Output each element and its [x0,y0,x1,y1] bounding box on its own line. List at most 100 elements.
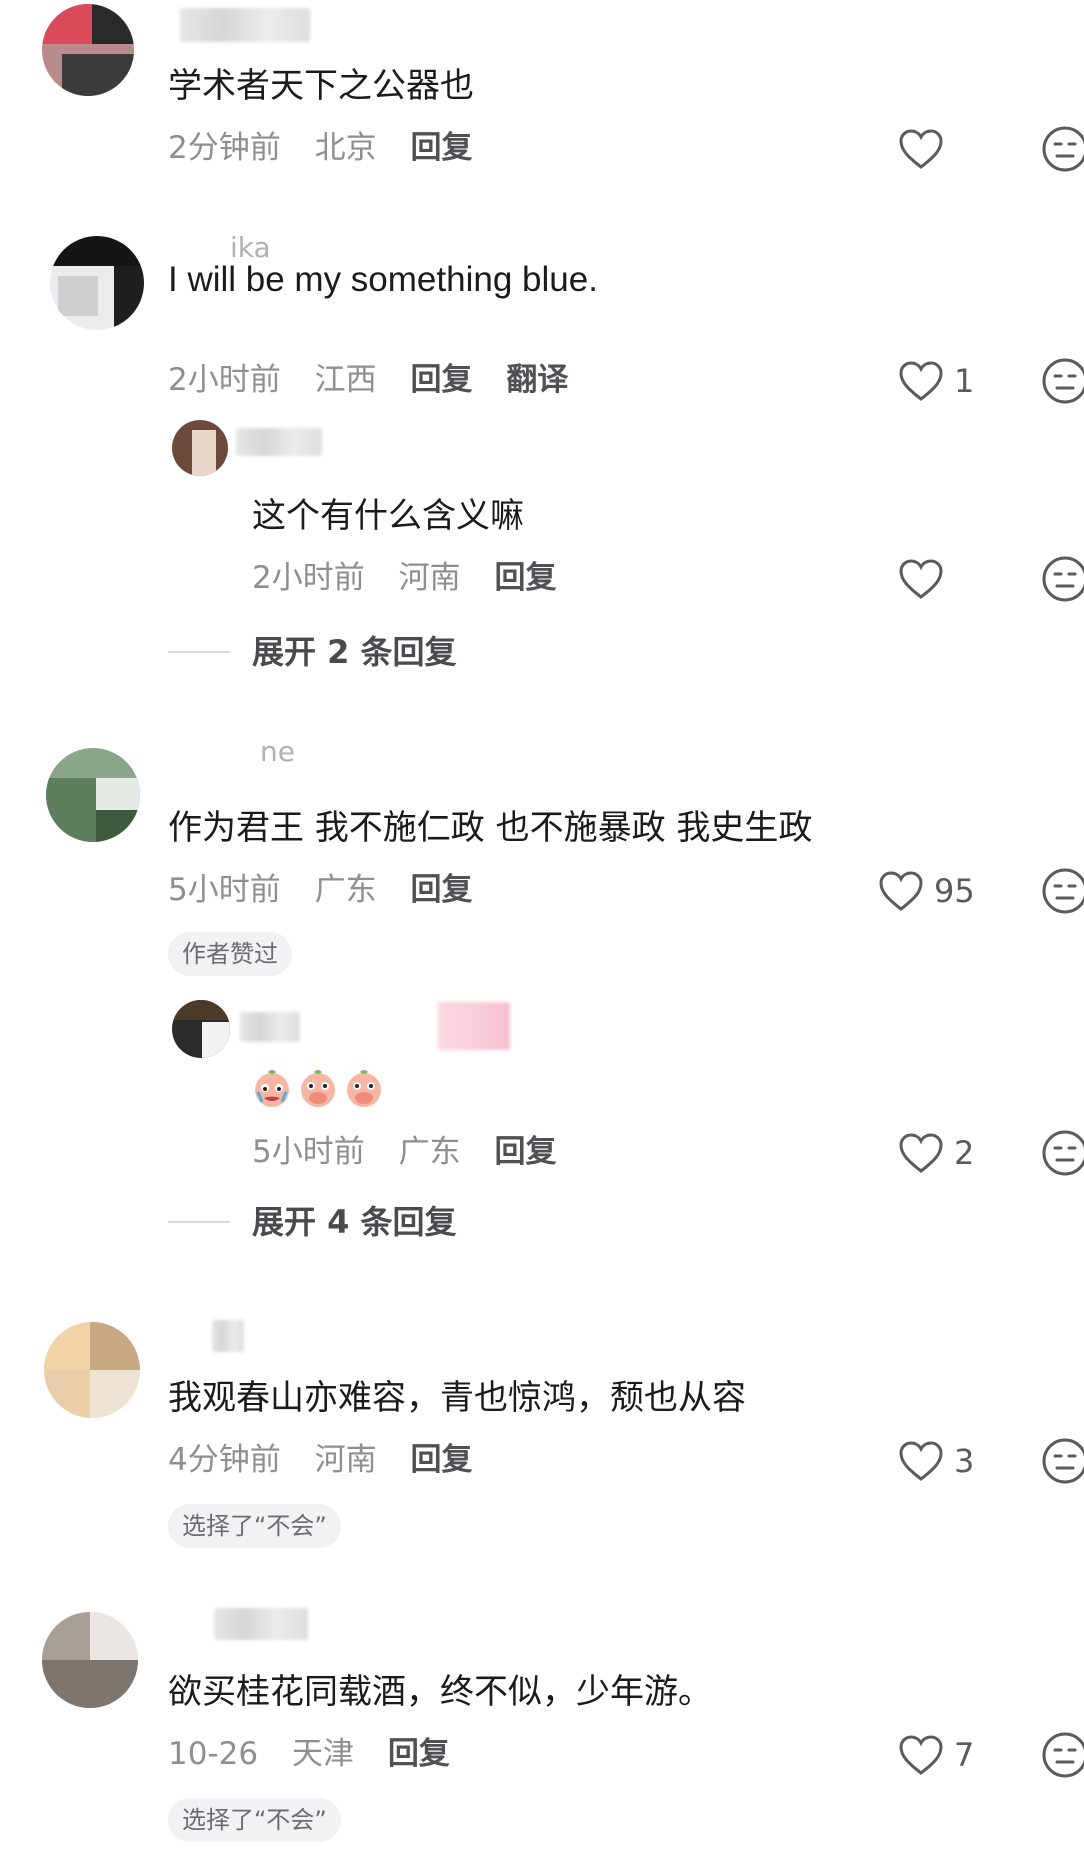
reply-button[interactable]: 回复 [494,560,556,596]
comment-location: 江西 [314,362,377,398]
dislike-button[interactable] [1040,124,1084,174]
expand-divider [168,1221,230,1223]
comment-item: ika I will be my something blue. 2小时前 江西… [0,230,1084,680]
dislike-button[interactable] [1040,866,1084,916]
comment-text: 学术者天下之公器也 [168,66,474,106]
like-button[interactable]: 3 [898,1436,974,1486]
like-button[interactable] [898,124,944,174]
heart-icon [878,870,924,912]
meh-face-icon [1040,126,1084,178]
comment-item: ne 作为君王 我不施仁政 也不施暴政 我史生政 5小时前 广东 回复 95 作… [0,735,1084,1260]
comment-meta: 10-26 天津 回复 [168,1734,474,1774]
choice-badge: 选择了“不会” [168,1798,341,1842]
comment-time: 5小时前 [168,872,281,908]
avatar[interactable] [44,1322,140,1418]
like-button[interactable]: 95 [878,866,975,916]
meh-face-icon [1040,556,1084,608]
reply-item: 这个有什么含义嘛 2小时前 河南 回复 [0,420,1084,602]
heart-icon [898,1734,944,1776]
dislike-button[interactable] [1040,356,1084,406]
expand-replies-label[interactable]: 展开 2 条回复 [252,630,457,674]
comment-location: 北京 [314,130,377,166]
comment-meta: 2小时前 江西 回复 翻译 [168,360,592,400]
heart-icon [898,360,944,402]
comment-meta: 2分钟前 北京 回复 [168,128,496,168]
avatar[interactable] [42,4,134,96]
like-count: 2 [954,1134,975,1172]
username-blurred[interactable] [240,1012,300,1042]
reply-button[interactable]: 回复 [388,1736,450,1772]
like-count: 1 [954,362,975,400]
heart-icon [898,1132,944,1174]
translate-button[interactable]: 翻译 [506,362,568,398]
expand-replies[interactable]: 展开 2 条回复 [0,630,600,680]
dislike-button[interactable] [1040,1436,1084,1486]
comment-location: 广东 [314,872,377,908]
comment-location: 天津 [291,1736,354,1772]
meh-face-icon [1040,358,1084,410]
dislike-button[interactable] [1040,1128,1084,1178]
like-button[interactable]: 1 [898,356,974,406]
reply-location: 广东 [398,1134,461,1170]
meh-face-icon [1040,1130,1084,1182]
heart-icon [898,558,944,600]
avatar[interactable] [50,236,144,330]
comment-time: 10-26 [168,1736,259,1772]
comment-text: I will be my something blue. [168,260,598,299]
comment-item: 欲买桂花同载酒，终不似，少年游。 10-26 天津 回复 7 选择了“不会” [0,1608,1084,1848]
meh-face-icon [1040,1438,1084,1490]
comment-location: 河南 [314,1442,377,1478]
comment-time: 2分钟前 [168,130,281,166]
username-blurred[interactable] [236,428,322,456]
like-button[interactable] [898,554,944,604]
reply-time: 5小时前 [252,1134,365,1170]
heart-icon [898,1440,944,1482]
comment-meta: 4分钟前 河南 回复 [168,1440,496,1480]
expand-replies-label[interactable]: 展开 4 条回复 [252,1200,457,1244]
avatar[interactable] [172,420,228,476]
comment-item: 学术者天下之公器也 2分钟前 北京 回复 [0,0,1084,200]
dislike-button[interactable] [1040,554,1084,604]
crying-face-emoji [255,1070,289,1107]
username-blurred[interactable] [212,1320,244,1352]
reply-time: 2小时前 [252,560,365,596]
like-button[interactable]: 7 [898,1730,974,1780]
author-liked-badge: 作者赞过 [168,932,292,976]
username-blurred[interactable] [214,1608,308,1640]
reply-text: 这个有什么含义嘛 [252,496,524,536]
reply-button[interactable]: 回复 [410,362,472,398]
reply-button[interactable]: 回复 [410,872,472,908]
avatar[interactable] [42,1612,138,1708]
heart-icon [898,128,944,170]
meh-face-icon [1040,1732,1084,1784]
reply-meta: 2小时前 河南 回复 [252,558,580,598]
reply-button[interactable]: 回复 [410,130,472,166]
expand-divider [168,651,230,653]
comment-text: 作为君王 我不施仁政 也不施暴政 我史生政 [168,808,813,848]
emoji-row [252,1066,402,1112]
hand-over-mouth-emoji [347,1070,381,1107]
username-fragment[interactable]: ne [260,730,295,774]
username-blurred[interactable] [438,1002,510,1050]
reply-location: 河南 [398,560,461,596]
expand-replies[interactable]: 展开 4 条回复 [0,1200,600,1250]
hand-over-mouth-emoji [301,1070,335,1107]
comment-time: 4分钟前 [168,1442,281,1478]
like-count: 95 [934,872,975,910]
comment-meta: 5小时前 广东 回复 [168,870,496,910]
reply-button[interactable]: 回复 [410,1442,472,1478]
meh-face-icon [1040,868,1084,920]
choice-badge: 选择了“不会” [168,1504,341,1548]
comment-item: 我观春山亦难容，青也惊鸿，颓也从容 4分钟前 河南 回复 3 选择了“不会” [0,1318,1084,1558]
comment-time: 2小时前 [168,362,281,398]
comment-text: 欲买桂花同载酒，终不似，少年游。 [168,1672,712,1712]
username-blurred[interactable] [180,8,310,42]
reply-meta: 5小时前 广东 回复 [252,1132,580,1172]
dislike-button[interactable] [1040,1730,1084,1780]
reply-button[interactable]: 回复 [494,1134,556,1170]
avatar[interactable] [46,748,140,842]
like-count: 7 [954,1736,975,1774]
avatar[interactable] [172,1000,230,1058]
comment-text: 我观春山亦难容，青也惊鸿，颓也从容 [168,1378,746,1418]
like-button[interactable]: 2 [898,1128,974,1178]
